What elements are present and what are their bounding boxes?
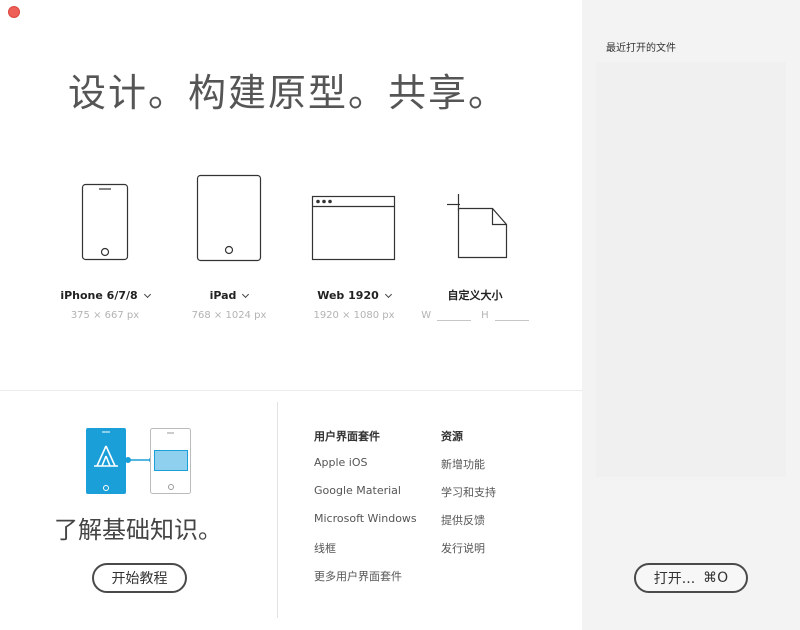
start-tutorial-button[interactable]: 开始教程 bbox=[92, 563, 187, 593]
preset-web[interactable]: Web 1920 1920 × 1080 px bbox=[284, 170, 424, 321]
link-apple-ios[interactable]: Apple iOS bbox=[314, 456, 368, 469]
link-feedback[interactable]: 提供反馈 bbox=[441, 512, 485, 528]
preset-custom-label: 自定义大小 bbox=[447, 289, 503, 302]
height-input[interactable] bbox=[494, 309, 529, 321]
resources-heading: 资源 bbox=[441, 430, 463, 443]
phone-icon bbox=[81, 183, 129, 261]
link-wireframe[interactable]: 线框 bbox=[314, 540, 336, 556]
section-divider bbox=[0, 390, 582, 391]
tutorial-illustration bbox=[86, 428, 191, 494]
preset-iphone-label[interactable]: iPhone 6/7/8 bbox=[60, 289, 151, 302]
link-release-notes[interactable]: 发行说明 bbox=[441, 540, 485, 556]
link-whats-new[interactable]: 新增功能 bbox=[441, 456, 485, 472]
preset-iphone-dims: 375 × 667 px bbox=[70, 310, 140, 321]
headline: 设计。构建原型。共享。 bbox=[68, 71, 509, 115]
ui-kits-heading: 用户界面套件 bbox=[314, 430, 380, 443]
height-label: H bbox=[481, 309, 489, 321]
preset-ipad-dims: 768 × 1024 px bbox=[191, 310, 267, 321]
preset-ipad-label[interactable]: iPad bbox=[210, 289, 250, 302]
open-label: 打开... bbox=[653, 571, 696, 587]
tablet-icon bbox=[196, 174, 262, 262]
learn-basics-title: 了解基础知识。 bbox=[54, 516, 222, 544]
preset-ipad[interactable]: iPad 768 × 1024 px bbox=[159, 170, 299, 321]
start-screen-main: 设计。构建原型。共享。 iPhone 6/7/8 375 × 667 px iP… bbox=[0, 0, 582, 630]
width-input[interactable] bbox=[437, 309, 472, 321]
preset-iphone[interactable]: iPhone 6/7/8 375 × 667 px bbox=[35, 170, 175, 321]
chevron-down-icon bbox=[143, 290, 151, 298]
recent-files-title: 最近打开的文件 bbox=[606, 43, 676, 54]
link-learn-support[interactable]: 学习和支持 bbox=[441, 484, 496, 500]
browser-window-icon bbox=[311, 195, 396, 261]
link-more-ui-kits[interactable]: 更多用户界面套件 bbox=[314, 568, 402, 584]
preset-web-label[interactable]: Web 1920 bbox=[317, 289, 392, 302]
custom-page-icon bbox=[447, 194, 508, 259]
close-window-button[interactable] bbox=[8, 6, 20, 18]
width-label: W bbox=[421, 309, 432, 321]
open-file-button[interactable]: 打开... ⌘O bbox=[634, 563, 748, 593]
recent-files-list[interactable] bbox=[596, 62, 786, 477]
chevron-down-icon bbox=[242, 290, 250, 298]
link-microsoft-windows[interactable]: Microsoft Windows bbox=[314, 512, 417, 525]
open-shortcut: ⌘O bbox=[703, 570, 729, 586]
chevron-down-icon bbox=[384, 290, 392, 298]
link-google-material[interactable]: Google Material bbox=[314, 484, 401, 497]
preset-web-dims: 1920 × 1080 px bbox=[313, 310, 395, 321]
preset-custom[interactable]: 自定义大小 W H bbox=[405, 170, 545, 321]
column-divider bbox=[277, 402, 278, 618]
